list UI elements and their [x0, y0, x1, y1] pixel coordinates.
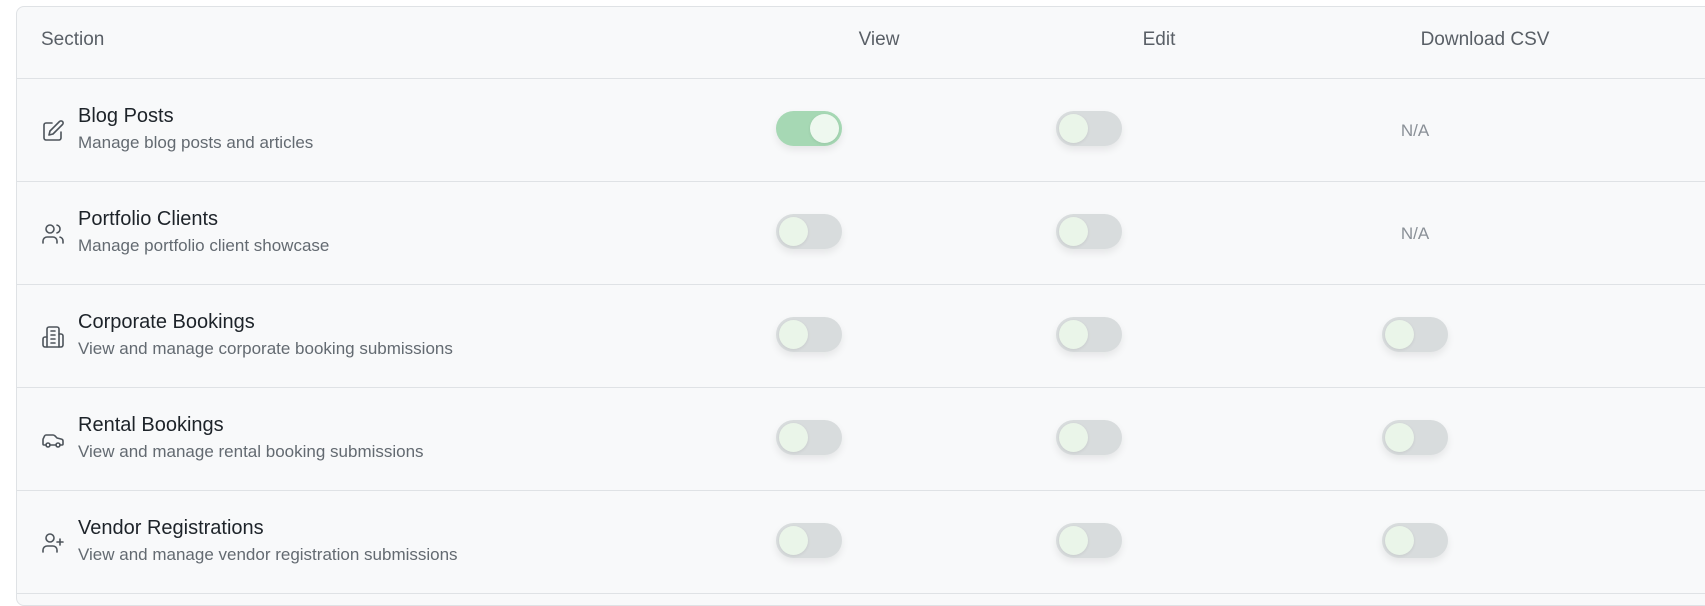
view-toggle[interactable] [776, 420, 842, 455]
permissions-table: Section View Edit Download CSV Blog Post… [16, 6, 1705, 606]
table-row: Portfolio Clients Manage portfolio clien… [17, 182, 1705, 285]
row-title: Portfolio Clients [78, 208, 219, 230]
user-plus-icon [41, 531, 65, 555]
edit-toggle[interactable] [1056, 523, 1122, 558]
row-description: Manage portfolio client showcase [78, 236, 330, 255]
row-title: Vendor Registrations [78, 517, 264, 539]
edit-icon [41, 119, 65, 143]
table-row: Corporate Bookings View and manage corpo… [17, 285, 1705, 388]
download-na-label: N/A [1400, 224, 1430, 243]
toggle-knob [1059, 217, 1088, 246]
download-csv-toggle[interactable] [1382, 317, 1448, 352]
toggle-knob [1059, 423, 1088, 452]
view-toggle[interactable] [776, 317, 842, 352]
edit-toggle[interactable] [1056, 111, 1122, 146]
column-header-download-csv: Download CSV [1420, 29, 1550, 50]
row-description: Manage blog posts and articles [78, 133, 314, 152]
download-csv-toggle[interactable] [1382, 523, 1448, 558]
toggle-knob [779, 320, 808, 349]
toggle-knob [1059, 114, 1088, 143]
toggle-knob [779, 526, 808, 555]
edit-toggle[interactable] [1056, 420, 1122, 455]
table-header: Section View Edit Download CSV [17, 7, 1705, 79]
edit-toggle[interactable] [1056, 214, 1122, 249]
view-toggle[interactable] [776, 111, 842, 146]
column-header-section: Section [41, 29, 105, 50]
toggle-knob [1059, 526, 1088, 555]
table-row: Blog Posts Manage blog posts and article… [17, 79, 1705, 182]
download-csv-toggle[interactable] [1382, 420, 1448, 455]
download-na-label: N/A [1400, 121, 1430, 140]
toggle-knob [1385, 526, 1414, 555]
toggle-knob [779, 217, 808, 246]
table-row: Rental Bookings View and manage rental b… [17, 388, 1705, 491]
edit-toggle[interactable] [1056, 317, 1122, 352]
row-description: View and manage vendor registration subm… [78, 545, 458, 564]
view-toggle[interactable] [776, 214, 842, 249]
row-description: View and manage rental booking submissio… [78, 442, 424, 461]
row-description: View and manage corporate booking submis… [78, 339, 453, 358]
toggle-knob [1059, 320, 1088, 349]
column-header-edit: Edit [1142, 29, 1176, 50]
users-icon [41, 222, 65, 246]
row-title: Blog Posts [78, 105, 174, 127]
view-toggle[interactable] [776, 523, 842, 558]
building-icon [41, 325, 65, 349]
column-header-view: View [858, 29, 900, 50]
toggle-knob [1385, 423, 1414, 452]
table-row: Vendor Registrations View and manage ven… [17, 491, 1705, 594]
row-title: Rental Bookings [78, 414, 224, 436]
toggle-knob [1385, 320, 1414, 349]
car-icon [41, 428, 65, 452]
toggle-knob [810, 114, 839, 143]
row-title: Corporate Bookings [78, 311, 255, 333]
toggle-knob [779, 423, 808, 452]
